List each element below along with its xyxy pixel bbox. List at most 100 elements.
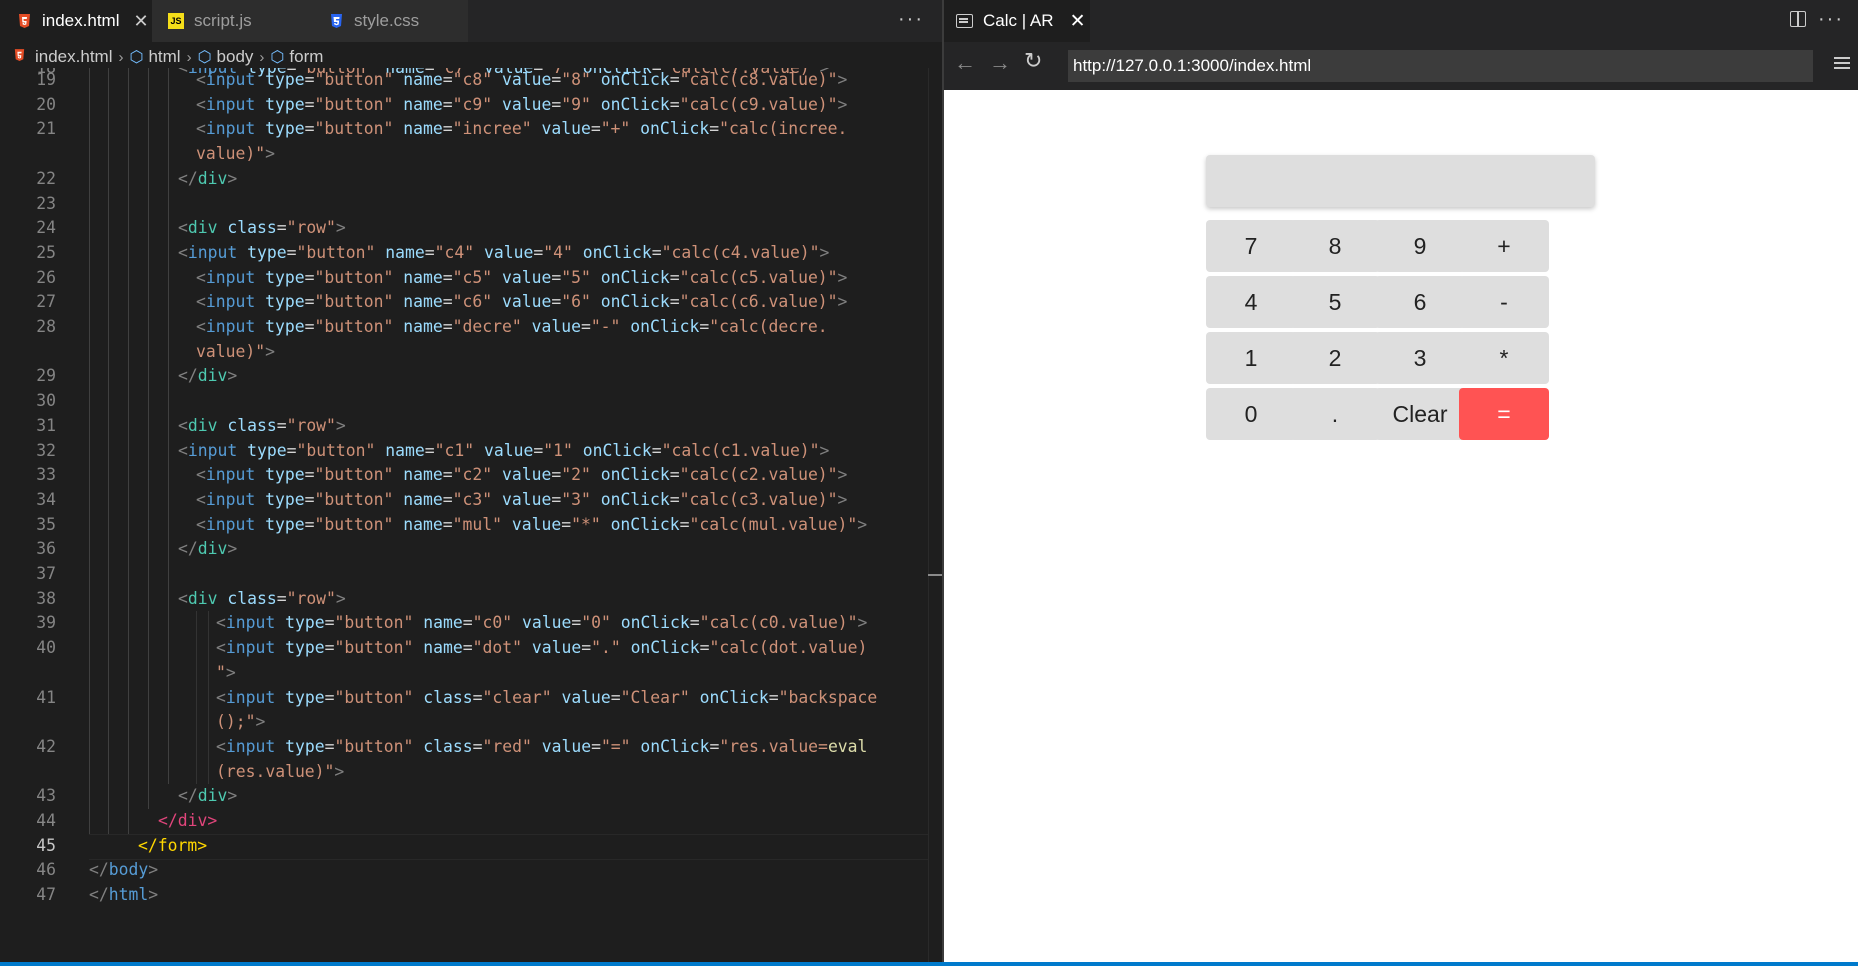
- code-line: <input type="button" name="c1" value="1"…: [178, 440, 830, 460]
- calc-key-2-button[interactable]: 2: [1290, 332, 1380, 384]
- css3-icon: [328, 13, 344, 29]
- line-number: 40: [36, 638, 56, 658]
- code-line: </div>: [178, 539, 238, 559]
- split-editor-icon[interactable]: [1790, 11, 1806, 27]
- calc-key-4-button[interactable]: 4: [1206, 276, 1296, 328]
- calc-key-multiply-button[interactable]: *: [1459, 332, 1549, 384]
- calc-key-9-button[interactable]: 9: [1375, 220, 1465, 272]
- tab-index-html[interactable]: index.html ✕: [0, 0, 152, 42]
- calc-key-6-button[interactable]: 6: [1375, 276, 1465, 328]
- code-line: <div class="row">: [178, 415, 346, 435]
- calc-key-minus-button[interactable]: -: [1459, 276, 1549, 328]
- line-number: 25: [36, 242, 56, 262]
- breadcrumb-item-body[interactable]: ⬡ body: [198, 47, 254, 67]
- calc-key-1-button[interactable]: 1: [1206, 332, 1296, 384]
- page-icon: [956, 14, 973, 28]
- code-line: <input type="button" name="incree" value…: [196, 119, 848, 139]
- calc-key-clear-button[interactable]: Clear: [1375, 388, 1465, 440]
- line-number: 41: [36, 687, 56, 707]
- line-number: 37: [36, 564, 56, 583]
- more-actions-icon[interactable]: ···: [898, 8, 924, 31]
- calc-key-3-button[interactable]: 3: [1375, 332, 1465, 384]
- indent-guide: [196, 611, 197, 785]
- calc-key-plus-button[interactable]: +: [1459, 220, 1549, 272]
- line-number: 43: [36, 786, 56, 806]
- close-icon[interactable]: ✕: [1070, 10, 1086, 33]
- forward-arrow-icon[interactable]: →: [989, 50, 1011, 76]
- code-line: <div class="row">: [178, 218, 346, 238]
- tab-calc[interactable]: Calc | AR ✕: [944, 0, 1090, 42]
- editor-tab-bar: index.html ✕ JS script.js style.css ···: [0, 0, 942, 42]
- code-line: <input type="button" name="mul" value="*…: [196, 514, 868, 534]
- line-number: [0, 340, 56, 365]
- line-number: 29: [36, 366, 56, 386]
- line-number: 35: [36, 514, 56, 534]
- breadcrumb-item-html[interactable]: ⬡ html: [129, 47, 180, 67]
- tab-script-js[interactable]: JS script.js: [152, 0, 312, 42]
- code-line: <div class="row">: [178, 588, 346, 608]
- browser-nav-bar: ← → ↻ http://127.0.0.1:3000/index.html: [944, 42, 1858, 90]
- url-input[interactable]: http://127.0.0.1:3000/index.html: [1068, 50, 1813, 82]
- line-number: 44: [36, 811, 56, 830]
- indent-guide: [168, 68, 169, 785]
- line-number: 39: [36, 613, 56, 633]
- line-number: 21: [36, 119, 56, 139]
- cube-icon: ⬡: [197, 49, 212, 66]
- browser-preview: Calc | AR ✕ ··· ← → ↻ http://127.0.0.1:3…: [944, 0, 1858, 962]
- line-number: 42: [36, 736, 56, 756]
- calc-key-5-button[interactable]: 5: [1290, 276, 1380, 328]
- more-actions-icon[interactable]: ···: [1818, 8, 1844, 31]
- line-number: 19: [36, 70, 56, 89]
- breadcrumb-item-file[interactable]: index.html: [14, 47, 112, 67]
- close-icon[interactable]: ✕: [133, 11, 148, 32]
- calc-key-7-button[interactable]: 7: [1206, 220, 1296, 272]
- html5-icon: [16, 13, 32, 29]
- calc-key-dot-button[interactable]: .: [1290, 388, 1380, 440]
- cube-icon: ⬡: [270, 49, 285, 66]
- reload-icon[interactable]: ↻: [1024, 48, 1042, 74]
- editor-scrollbar[interactable]: [928, 68, 943, 963]
- code-line: </form>: [138, 835, 208, 855]
- code-line: <input type="button" name="c9" value="9"…: [196, 94, 848, 114]
- page-viewport: 7 8 9 +4 5 6- 1 2 3 * 0. Clear =: [944, 90, 1858, 962]
- line-number: 28: [36, 317, 56, 336]
- indent-guide: [148, 68, 149, 809]
- line-number: 24: [36, 218, 56, 238]
- code-line: <input type="button" name="c2" value="2"…: [196, 465, 848, 485]
- code-line: <input type="button" name="c3" value="3"…: [196, 489, 848, 509]
- indent-guide: [89, 68, 90, 834]
- tab-style-css[interactable]: style.css: [312, 0, 468, 42]
- chevron-right-icon: ›: [118, 48, 124, 66]
- line-number: 31: [36, 415, 56, 435]
- chevron-right-icon: ›: [259, 48, 265, 66]
- tab-label: style.css: [354, 11, 420, 30]
- line-number: [0, 142, 56, 167]
- tab-label: index.html: [42, 11, 120, 30]
- calculator-display[interactable]: [1206, 155, 1595, 207]
- line-number: 30: [36, 391, 56, 411]
- code-area[interactable]: 1819202122232425262728293031323334353637…: [0, 68, 942, 963]
- tab-label: script.js: [194, 11, 252, 30]
- line-number: 32: [36, 440, 56, 460]
- hamburger-menu-icon[interactable]: [1834, 57, 1850, 59]
- calc-key-0-button[interactable]: 0: [1206, 388, 1296, 440]
- html5-icon: [14, 49, 25, 65]
- code-line: <input type="button" name="c5" value="5"…: [196, 267, 848, 287]
- line-number: 26: [36, 267, 56, 287]
- code-line: <input type="button" name="decre" value=…: [196, 317, 828, 336]
- code-line: value)">: [196, 341, 275, 361]
- indent-guide: [208, 611, 209, 785]
- calc-key-equals-button[interactable]: =: [1459, 388, 1549, 440]
- line-number: 38: [36, 588, 56, 608]
- code-line: </body>: [89, 860, 159, 880]
- code-editor: index.html ✕ JS script.js style.css ··· …: [0, 0, 943, 966]
- line-number: 46: [36, 860, 56, 880]
- browser-tab-bar: Calc | AR ✕ ···: [944, 0, 1858, 42]
- back-arrow-icon[interactable]: ←: [954, 50, 976, 76]
- code-line: <input type="button" name="c4" value="4"…: [178, 242, 830, 262]
- calc-key-8-button[interactable]: 8: [1290, 220, 1380, 272]
- code-line: </div>: [158, 811, 218, 830]
- screen: index.html ✕ JS script.js style.css ··· …: [0, 0, 1858, 966]
- current-line-highlight: [89, 833, 942, 861]
- breadcrumb-item-form[interactable]: ⬡ form: [270, 47, 323, 67]
